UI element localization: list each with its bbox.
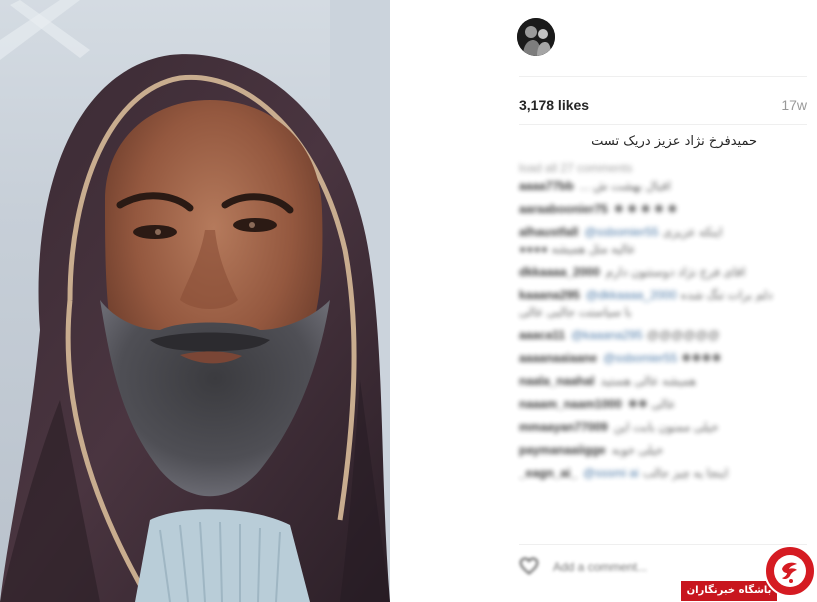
comment-text: اینجا یه چیز جالب	[642, 466, 729, 480]
comment-mention[interactable]: @dkkaaaa_2000	[586, 288, 677, 302]
comment-mention[interactable]: @sssmi ai	[583, 466, 639, 480]
comment-text: اینکه عزیزی	[662, 225, 723, 239]
comment-row: aaaa77bb ... اقبال بهشت ش	[519, 178, 809, 195]
comment-text: ✱✱ عالی	[627, 397, 676, 411]
comment-input[interactable]	[551, 556, 785, 578]
comment-row: naaam_naam1000 ✱✱ عالی	[519, 396, 809, 413]
post-timestamp[interactable]: 17w	[781, 97, 807, 113]
avatar-image-icon	[517, 18, 555, 56]
comment-text: خیلی ممنون بابت این	[613, 420, 719, 434]
comment-row: alhaustfall @ssbomier55 اینکه عزیزی ●●●● عا…	[519, 224, 809, 258]
comment-mention[interactable]: @ssbomier55	[584, 225, 658, 239]
comments-list: load all 27 comments aaaa77bb ... اقبال ب…	[519, 158, 809, 488]
instagram-post-view: 3,178 likes 17w حمیدفرخ نژاد عزیز دریک ت…	[0, 0, 817, 602]
comment-row: aaaanaaiaane @ssbomier55 ✱✱✱✱	[519, 350, 809, 367]
watermark-banner: باشگاه خبرنگاران	[681, 581, 777, 601]
load-more-comments-link[interactable]: load all 27 comments	[519, 158, 809, 178]
comment-text: دلم برات تنگ شده	[680, 288, 773, 302]
comment-mention[interactable]: @kaaana295	[571, 328, 643, 342]
comment-text: ... اقبال بهشت ش	[579, 179, 671, 193]
likes-count[interactable]: 3,178 likes	[519, 97, 589, 113]
comment-username[interactable]: mmaayan77009	[519, 420, 608, 434]
post-photo[interactable]	[0, 0, 390, 602]
comment-username[interactable]: _eagn_ai_	[519, 466, 577, 480]
comment-text: خیلی خوبه	[611, 443, 664, 457]
comment-username[interactable]: kaaana295	[519, 288, 580, 302]
yjc-logo-icon	[764, 545, 816, 597]
comment-text: اقای فرخ نژاد دوستتون دارم	[605, 265, 746, 279]
comments-divider	[519, 544, 807, 545]
comment-mention[interactable]: @ssbomier55	[603, 351, 677, 365]
comment-text: ✱ ✱ ✱ ✱ ✱	[613, 202, 678, 216]
comment-text: @@@@@@	[646, 328, 720, 342]
comment-text-continued: با سیاستت جالبی عالی	[519, 305, 632, 319]
header-divider	[519, 76, 807, 77]
likes-divider	[519, 124, 807, 125]
post-detail-panel: 3,178 likes 17w حمیدفرخ نژاد عزیز دریک ت…	[390, 0, 817, 602]
comment-username[interactable]: aaraaboonier75	[519, 202, 608, 216]
comment-row: naala_naahal همیشه عالی هستید	[519, 373, 809, 390]
comment-username[interactable]: naaam_naam1000	[519, 397, 622, 411]
comment-text: همیشه عالی هستید	[600, 374, 697, 388]
comment-row: paymanaaiigge خیلی خوبه	[519, 442, 809, 459]
comment-row: aaraaboonier75 ✱ ✱ ✱ ✱ ✱	[519, 201, 809, 218]
portrait-illustration	[0, 0, 390, 602]
post-caption: حمیدفرخ نژاد عزیز دریک تست	[591, 134, 757, 149]
comment-username[interactable]: aaaa77bb	[519, 179, 574, 193]
yjc-logo-mark	[774, 555, 806, 587]
comment-row: aaaca11 @kaaana295 @@@@@@	[519, 327, 809, 344]
heart-icon[interactable]	[519, 556, 539, 576]
comment-username[interactable]: aaaca11	[519, 328, 565, 342]
comment-username[interactable]: naala_naahal	[519, 374, 594, 388]
comment-username[interactable]: aaaanaaiaane	[519, 351, 597, 365]
comment-text: ✱✱✱✱	[681, 351, 722, 365]
comment-username[interactable]: paymanaaiigge	[519, 443, 606, 457]
profile-avatar[interactable]	[517, 18, 555, 56]
comment-text-continued: ●●●● عالیه مثل همیشه	[519, 242, 636, 256]
comment-row: kaaana295 @dkkaaaa_2000 دلم برات تنگ شده با…	[519, 287, 809, 321]
comment-row: mmaayan77009 خیلی ممنون بابت این	[519, 419, 809, 436]
comment-row: dkkaaaa_2000 اقای فرخ نژاد دوستتون دارم	[519, 264, 809, 281]
comment-username[interactable]: alhaustfall	[519, 225, 578, 239]
comment-row: _eagn_ai_ @sssmi ai اینجا یه چیز جالب	[519, 465, 809, 482]
comment-username[interactable]: dkkaaaa_2000	[519, 265, 600, 279]
